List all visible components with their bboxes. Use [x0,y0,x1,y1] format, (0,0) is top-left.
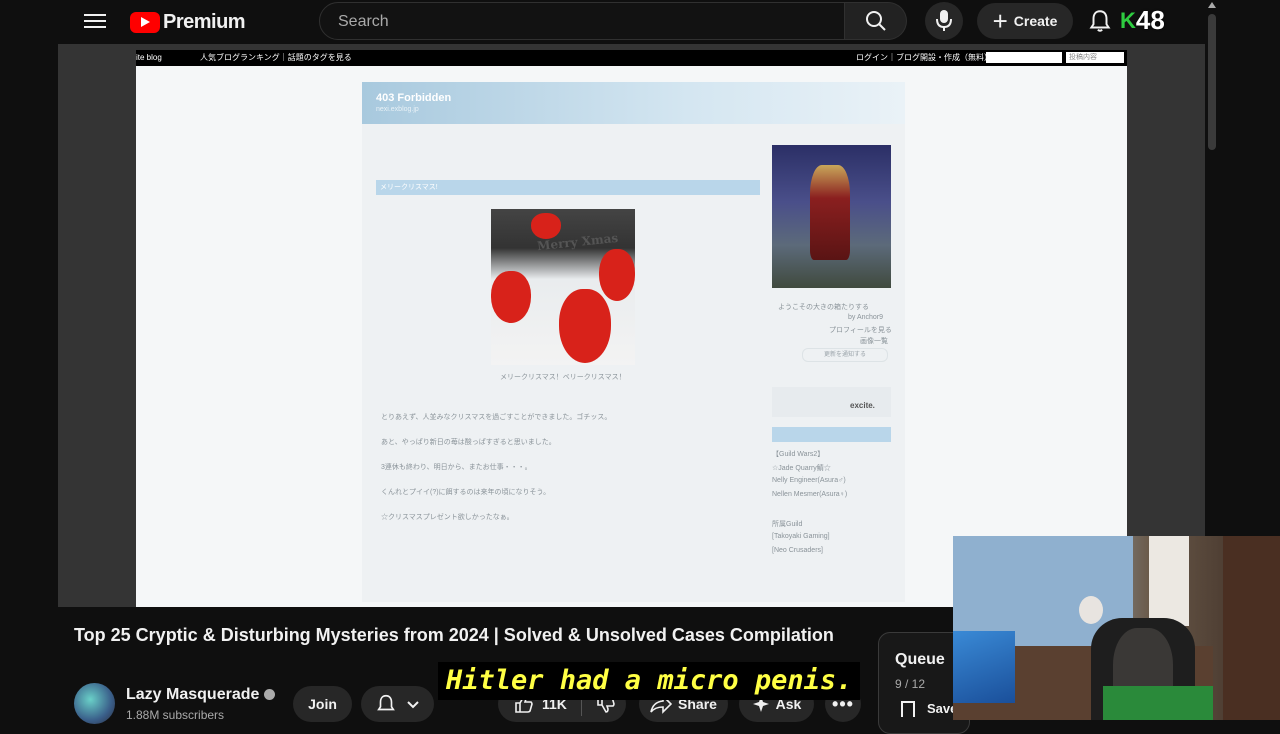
channel-name[interactable]: Lazy Masquerade [126,686,276,704]
queue-count: 9 / 12 [895,677,926,691]
video-frame-blog-page: ite blog 人気ブログランキング｜話題のタグを見る ログイン｜ブログ開設・… [136,50,1127,607]
channel-avatar[interactable] [74,683,115,724]
sidebar-guild-text: ☆Jade Quarry鯖☆ [772,465,831,472]
excite-banner: excite. [772,387,891,417]
bell-icon [1089,10,1111,32]
plus-icon: + [992,6,1008,36]
post-paragraph: とりあえず、人並みなクリスマスを過ごすことができました。ゴチッス。 [381,414,612,421]
strawberry [531,213,561,239]
join-button[interactable]: Join [293,686,352,722]
voice-search-button[interactable] [925,2,963,40]
site-name: ite blog [136,53,162,62]
cat-figure [1079,596,1103,624]
youtube-premium-logo[interactable]: Premium [130,11,246,34]
save-icon[interactable] [901,701,915,717]
search-box[interactable] [319,2,845,40]
blog-search-box [986,52,1062,63]
sidebar-guild-text: [Neo Crusaders] [772,547,823,554]
sidebar-guild-text: Nellen Mesmer(Asura♀) [772,491,848,498]
blog-site-topbar: ite blog 人気ブログランキング｜話題のタグを見る ログイン｜ブログ開設・… [136,50,1127,66]
create-label: Create [1013,13,1058,29]
post-title-bar: メリークリスマス! [376,180,760,195]
sidebar-section-bar [772,427,891,442]
search-button[interactable] [845,2,907,40]
sidebar-text: 画像一覧 [860,338,888,345]
streamer-shirt [1103,686,1213,720]
strawberry [599,249,635,301]
search-icon [866,11,886,31]
sidebar-text: ようこその大きの箱たりする [778,304,869,311]
blog-title: 403 Forbidden [376,92,452,104]
post-paragraph: ☆クリスマスプレゼント欲しかったなぁ。 [381,514,514,521]
badge-number: 48 [1135,5,1165,35]
logo-text: Premium [163,11,246,33]
sidebar-guild-text: 所属Guild [772,521,803,528]
stream-caption: Hitler had a micro penis. [438,662,861,700]
subscription-notification-button[interactable] [361,686,434,722]
strawberry [491,271,531,323]
excite-logo: excite. [850,401,875,410]
youtube-play-icon [130,12,160,33]
blog-search-select: 投稿内容 [1066,52,1124,63]
queue-title: Queue [895,651,945,668]
login-link: ログイン｜ブログ開設・作成（無料） [856,53,992,62]
sidebar-guild-text: [Takoyaki Gaming] [772,533,830,540]
top-bar: Premium + Create K 48 [0,0,1205,44]
sidebar-guild-text: 【Guild Wars2】 [772,451,825,458]
microphone-icon [936,10,952,31]
blog-header: 403 Forbidden nexi.exblog.jp [362,82,905,124]
channel-name-text: Lazy Masquerade [126,686,260,703]
strawberry [559,289,611,363]
webcam-overlay [953,536,1280,720]
post-paragraph: くんれとプイイ(?)に餌するのは来年の頃になりそう。 [381,489,551,496]
badge-letter: K [1120,7,1136,33]
post-paragraph: あと、やっぱり新日の苺は酸っぱすぎると思いました。 [381,439,556,446]
bell-icon [376,694,395,711]
account-avatar[interactable]: K 48 [1120,5,1165,36]
scrollbar-thumb[interactable] [1208,14,1216,150]
menu-icon[interactable] [82,10,108,34]
search-input[interactable] [336,12,820,32]
create-button[interactable]: + Create [977,3,1073,39]
notify-button: 更新を通知する [802,348,888,362]
video-title: Top 25 Cryptic & Disturbing Mysteries fr… [74,625,834,645]
verified-icon [264,689,276,701]
notifications-button[interactable] [1087,8,1115,36]
sidebar-text: プロフィールを見る [829,327,892,334]
post-paragraph: 3連休も終わり、明日から、またお仕事・・・。 [381,464,532,471]
ranking-link: 人気ブログランキング｜話題のタグを見る [200,53,352,62]
sidebar-guild-text: Nelly Engineer(Asura♂) [772,477,846,484]
photo-caption: メリークリスマス！ベリークリスマス！ [500,374,626,381]
chevron-down-icon [406,701,419,709]
sidebar-text: by Anchor9 [848,314,884,321]
blog-url: nexi.exblog.jp [376,106,419,113]
join-label: Join [308,696,337,712]
monitor-image [953,631,1015,703]
scroll-up-arrow-icon[interactable] [1208,2,1216,8]
christmas-cake-photo: Merry Xmas [491,209,635,365]
profile-image [772,145,891,288]
